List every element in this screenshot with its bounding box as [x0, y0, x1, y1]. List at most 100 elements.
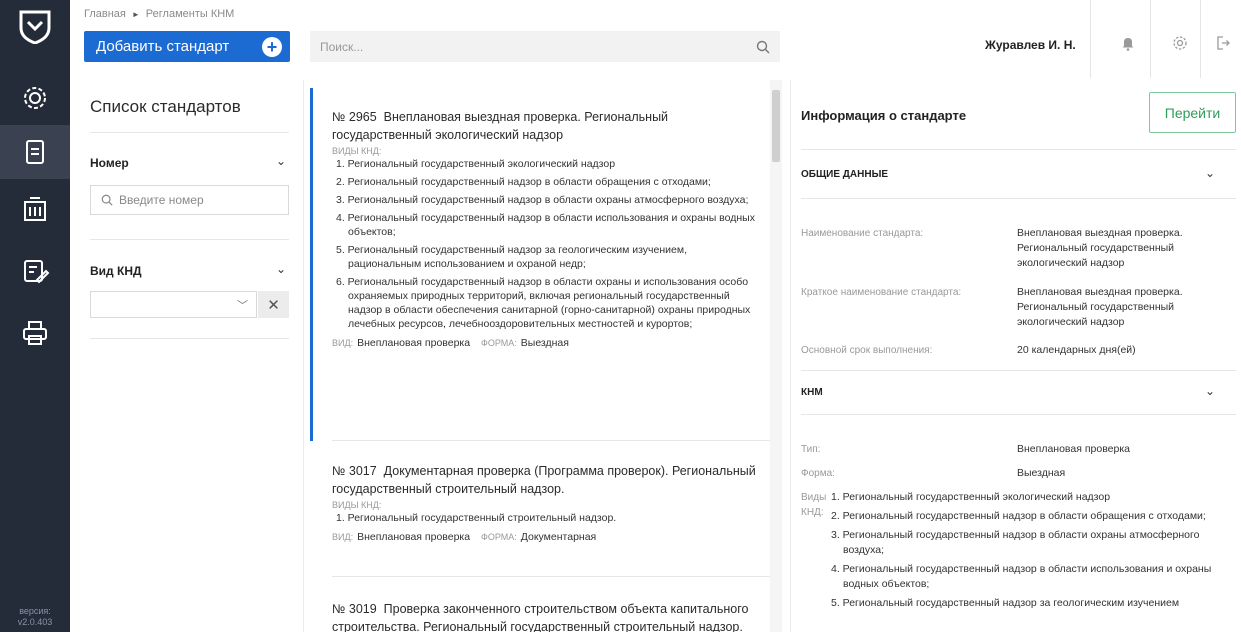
kinds-caption: ВИДЫ КНД:: [332, 146, 382, 156]
divider: [90, 239, 289, 240]
standard-number: № 2965: [332, 110, 377, 124]
type-label: Тип:: [801, 444, 821, 455]
divider: [801, 149, 1236, 150]
divider: [332, 440, 772, 441]
go-button[interactable]: Перейти: [1149, 92, 1236, 133]
search-icon: [101, 194, 113, 206]
standard-card[interactable]: № 3017 Документарная проверка (Программа…: [310, 462, 768, 543]
standard-number: № 3019: [332, 602, 377, 616]
breadcrumb-current: Регламенты КНМ: [145, 8, 235, 20]
breadcrumb-home[interactable]: Главная: [84, 8, 126, 20]
divider: [332, 576, 772, 577]
knd-filter-label[interactable]: Вид КНД: [90, 264, 142, 278]
standard-card-selected[interactable]: № 2965 Внеплановая выездная проверка. Ре…: [310, 88, 768, 441]
short-name-value: Внеплановая выездная проверка. Региональ…: [1017, 286, 1183, 328]
kinds-label: Виды КНД:: [801, 492, 827, 518]
knd-kinds: Виды КНД: 1. Региональный государственны…: [801, 490, 1241, 615]
nav-documents-icon[interactable]: [0, 125, 70, 179]
header-divider: [1150, 0, 1151, 78]
kinds-list: 1. Региональный государственный строител…: [332, 511, 758, 525]
search-placeholder: Поиск...: [320, 39, 364, 54]
add-standard-button[interactable]: Добавить стандарт +: [84, 31, 290, 62]
user-name[interactable]: Журавлев И. Н.: [985, 38, 1076, 52]
kind-item: 1. Региональный государственный экологич…: [336, 158, 616, 170]
standard-title: № 3017 Документарная проверка (Программа…: [332, 462, 758, 498]
type-value: Внеплановая проверка: [1017, 443, 1131, 455]
knd-filter-select[interactable]: ﹀: [90, 291, 257, 318]
standard-meta: ВИД: Внеплановая проверка ФОРМА: Документа…: [332, 531, 758, 543]
kinds-caption: ВИДЫ КНД:: [332, 500, 382, 510]
chevron-down-icon[interactable]: ⌄: [1205, 166, 1215, 180]
search-icon[interactable]: [756, 40, 770, 54]
bell-icon[interactable]: [1108, 27, 1148, 59]
breadcrumb: Главная ► Регламенты КНМ: [84, 8, 234, 20]
form-value: Выездная: [1017, 467, 1066, 479]
chevron-down-icon[interactable]: ⌄: [276, 262, 286, 276]
version-label: версия: v2.0.403: [17, 606, 53, 627]
gear-icon[interactable]: [1160, 27, 1200, 59]
standard-name: Внеплановая выездная проверка. Региональ…: [332, 110, 669, 142]
close-icon: ✕: [267, 296, 280, 314]
standard-meta: ВИД: Внеплановая проверка ФОРМА: Выездная: [332, 337, 758, 349]
add-standard-label: Добавить стандарт: [96, 38, 230, 55]
kind-item: 3. Региональный государственный надзор в…: [831, 529, 1200, 556]
header-divider: [1200, 0, 1201, 78]
term-label: Основной срок выполнения:: [801, 345, 933, 356]
scrollbar-thumb[interactable]: [772, 90, 780, 162]
standard-number: № 3017: [332, 464, 377, 478]
type-value: Внеплановая проверка: [357, 337, 471, 349]
short-name-label: Краткое наименование стандарта:: [801, 287, 962, 298]
kind-item: 1. Региональный государственный экологич…: [831, 491, 1111, 503]
divider: [90, 338, 289, 339]
chevron-down-icon[interactable]: ⌄: [276, 154, 286, 168]
divider: [801, 370, 1236, 371]
clear-filter-button[interactable]: ✕: [258, 291, 289, 318]
chevron-down-icon[interactable]: ⌄: [1205, 384, 1215, 398]
number-filter-label[interactable]: Номер: [90, 156, 129, 170]
app-rail: версия: v2.0.403: [0, 0, 70, 632]
number-filter-input[interactable]: Введите номер: [90, 185, 289, 215]
list-scrollbar[interactable]: [770, 80, 782, 632]
standard-title: № 2965 Внеплановая выездная проверка. Ре…: [332, 108, 758, 144]
breadcrumb-separator-icon: ►: [131, 9, 140, 19]
name-label: Наименование стандарта:: [801, 228, 924, 239]
kind-item: 4. Региональный государственный надзор в…: [831, 563, 1212, 590]
name-value: Внеплановая выездная проверка. Региональ…: [1017, 227, 1183, 269]
kinds-list: 1. Региональный государственный экологич…: [332, 157, 758, 331]
form-value: Выездная: [520, 337, 569, 349]
general-section-title[interactable]: ОБЩИЕ ДАННЫЕ: [801, 169, 888, 180]
info-kinds-list: 1. Региональный государственный экологич…: [819, 490, 1241, 611]
form-caption: ФОРМА:: [481, 338, 517, 348]
nav-print-icon[interactable]: [0, 306, 70, 360]
divider: [90, 132, 289, 133]
divider: [801, 198, 1236, 199]
standard-info-panel: Информация о стандарте Перейти ОБЩИЕ ДАН…: [790, 80, 1241, 632]
standard-title: № 3019 Проверка законченного строительст…: [332, 600, 758, 632]
kind-item: 3. Региональный государственный надзор в…: [336, 194, 749, 206]
kind-item: 6. Региональный государственный надзор в…: [336, 276, 751, 330]
divider: [801, 414, 1236, 415]
logout-icon[interactable]: [1206, 27, 1240, 59]
nav-edit-list-icon[interactable]: [0, 244, 70, 298]
header-divider: [1090, 0, 1091, 78]
number-filter-placeholder: Введите номер: [119, 193, 204, 207]
form-caption: ФОРМА:: [481, 532, 517, 542]
filters-title: Список стандартов: [90, 97, 241, 116]
kind-item: 5. Региональный государственный надзор з…: [336, 244, 688, 270]
form-label: Форма:: [801, 468, 835, 479]
standards-list: № 2965 Внеплановая выездная проверка. Ре…: [310, 80, 782, 632]
nav-settings-icon[interactable]: [0, 71, 70, 125]
filters-panel: Список стандартов Номер ⌄ Введите номер …: [70, 80, 304, 632]
form-value: Документарная: [520, 531, 597, 543]
standard-name: Проверка законченного строительством объ…: [332, 602, 749, 632]
type-caption: ВИД:: [332, 338, 354, 348]
info-title: Информация о стандарте: [801, 108, 967, 123]
kind-item: 2. Региональный государственный надзор в…: [831, 510, 1206, 522]
nav-registry-icon[interactable]: [0, 183, 70, 237]
search-input[interactable]: Поиск...: [310, 31, 780, 62]
coat-of-arms-logo-icon[interactable]: [19, 10, 51, 44]
chevron-down-icon[interactable]: ﹀: [237, 297, 248, 313]
standard-card[interactable]: № 3019 Проверка законченного строительст…: [310, 600, 768, 632]
kind-item: 2. Региональный государственный надзор в…: [336, 176, 711, 188]
knm-section-title[interactable]: КНМ: [801, 387, 823, 398]
